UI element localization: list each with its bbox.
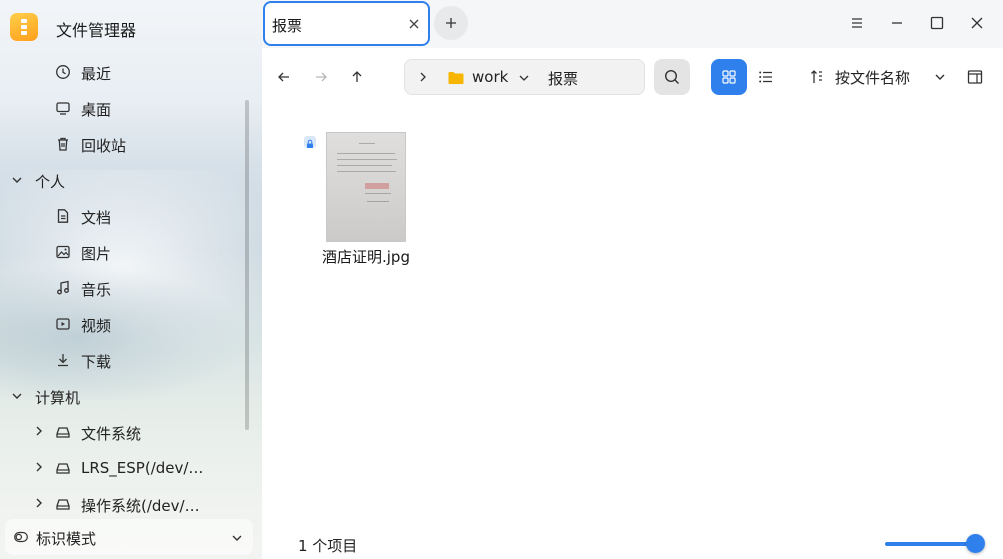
sidebar-item-label: 操作系统(/dev/… [81,497,200,515]
chevron-down-icon [232,535,242,541]
main-panel: 报票 work 报票 按文件名称 酒店证明.jpg 1 个项目 [262,0,1003,559]
sidebar-group-computer[interactable]: 计算机 [0,379,250,413]
download-icon [58,354,68,367]
chevron-right-icon[interactable] [417,71,429,83]
drive-icon [56,463,70,474]
folder-icon [448,72,464,84]
sidebar-item-documents[interactable]: 文档 [0,199,250,233]
file-manager-logo [10,13,38,41]
breadcrumb-segment-work[interactable]: work [472,68,508,86]
file-item[interactable]: 酒店证明.jpg [302,128,430,278]
sidebar-scrollbar[interactable] [245,100,249,430]
sidebar-item-videos[interactable]: 视频 [0,307,250,341]
up-arrow-icon[interactable] [349,69,365,85]
sidebar-item-trash[interactable]: 回收站 [0,127,250,161]
video-icon [56,318,70,330]
sort-icon[interactable] [809,69,825,85]
sidebar-item-lrs-esp[interactable]: LRS_ESP(/dev/… [0,451,250,485]
sidebar-group-label: 计算机 [35,389,81,407]
file-name: 酒店证明.jpg [322,248,410,266]
menu-icon[interactable] [848,14,866,32]
close-icon[interactable] [407,17,421,31]
zoom-slider[interactable] [885,534,985,553]
drive-icon [56,499,70,510]
close-window-icon[interactable] [968,14,986,32]
sidebar-item-label: LRS_ESP(/dev/… [81,459,204,477]
sidebar-item-pictures[interactable]: 图片 [0,235,250,269]
tab-current[interactable]: 报票 [263,1,430,46]
sidebar-item-downloads[interactable]: 下载 [0,343,250,377]
chevron-down-icon [12,177,22,183]
breadcrumb[interactable]: work 报票 [404,59,645,95]
clock-icon [56,65,70,79]
tab-label: 报票 [272,17,303,35]
file-view[interactable]: 酒店证明.jpg [262,108,1003,518]
search-button[interactable] [654,59,690,95]
search-icon [664,69,679,84]
zoom-slider-handle[interactable] [966,534,985,553]
mode-label: 标识模式 [36,530,97,548]
sidebar-item-label: 视频 [81,317,112,335]
chevron-down-icon [12,393,22,399]
maximize-icon[interactable] [928,14,946,32]
new-tab-button[interactable] [434,6,468,40]
image-icon [56,245,70,259]
image-thumbnail [326,132,406,242]
desktop-icon [56,102,70,115]
sidebar-item-label: 桌面 [81,101,112,119]
chevron-down-icon[interactable] [934,71,946,83]
sidebar-item-label: 图片 [81,245,112,263]
icon-view-button[interactable] [711,59,747,95]
sidebar-item-label: 音乐 [81,281,112,299]
sidebar-item-os-partition[interactable]: 操作系统(/dev/… [0,487,250,521]
sidebar-group-personal[interactable]: 个人 [0,163,250,197]
sidebar-item-music[interactable]: 音乐 [0,271,250,305]
chevron-right-icon[interactable] [33,497,45,509]
document-icon [57,209,69,223]
forward-arrow-icon[interactable] [313,69,329,85]
tab-bar: 报票 [262,0,1003,48]
music-icon [57,280,69,295]
list-view-icon[interactable] [758,69,774,85]
sidebar-item-filesystem[interactable]: 文件系统 [0,415,250,449]
sidebar-item-label: 下载 [81,353,112,371]
plus-icon [446,18,456,28]
minimize-icon[interactable] [888,14,906,32]
toolbar: work 报票 按文件名称 [262,48,1003,108]
mode-selector[interactable]: 标识模式 [5,519,253,555]
sidebar: 文件管理器 最近 桌面 回收站 个人 文档 图片 音乐 视频 下载 计算机 文件… [0,0,262,559]
chevron-right-icon[interactable] [33,461,45,473]
sidebar-item-label: 回收站 [81,137,127,155]
sidebar-item-label: 文档 [81,209,112,227]
chevron-down-icon[interactable] [518,72,530,84]
drive-icon [56,427,70,438]
sidebar-item-recent[interactable]: 最近 [0,55,250,89]
sidebar-item-label: 文件系统 [81,425,142,443]
grid-view-icon [722,70,736,84]
breadcrumb-segment-current[interactable]: 报票 [548,68,578,89]
sidebar-item-desktop[interactable]: 桌面 [0,91,250,125]
details-panel-icon[interactable] [967,69,983,85]
lock-icon [304,136,316,148]
app-title: 文件管理器 [56,21,137,40]
chevron-right-icon[interactable] [33,425,45,437]
sidebar-group-label: 个人 [35,173,66,191]
status-bar: 1 个项目 [262,518,1003,559]
app-header: 文件管理器 [0,0,262,52]
sort-label[interactable]: 按文件名称 [835,67,910,88]
toggle-icon [14,531,28,543]
trash-icon [58,137,68,151]
item-count: 1 个项目 [298,537,358,555]
sidebar-item-label: 最近 [81,65,112,83]
back-arrow-icon[interactable] [276,69,292,85]
